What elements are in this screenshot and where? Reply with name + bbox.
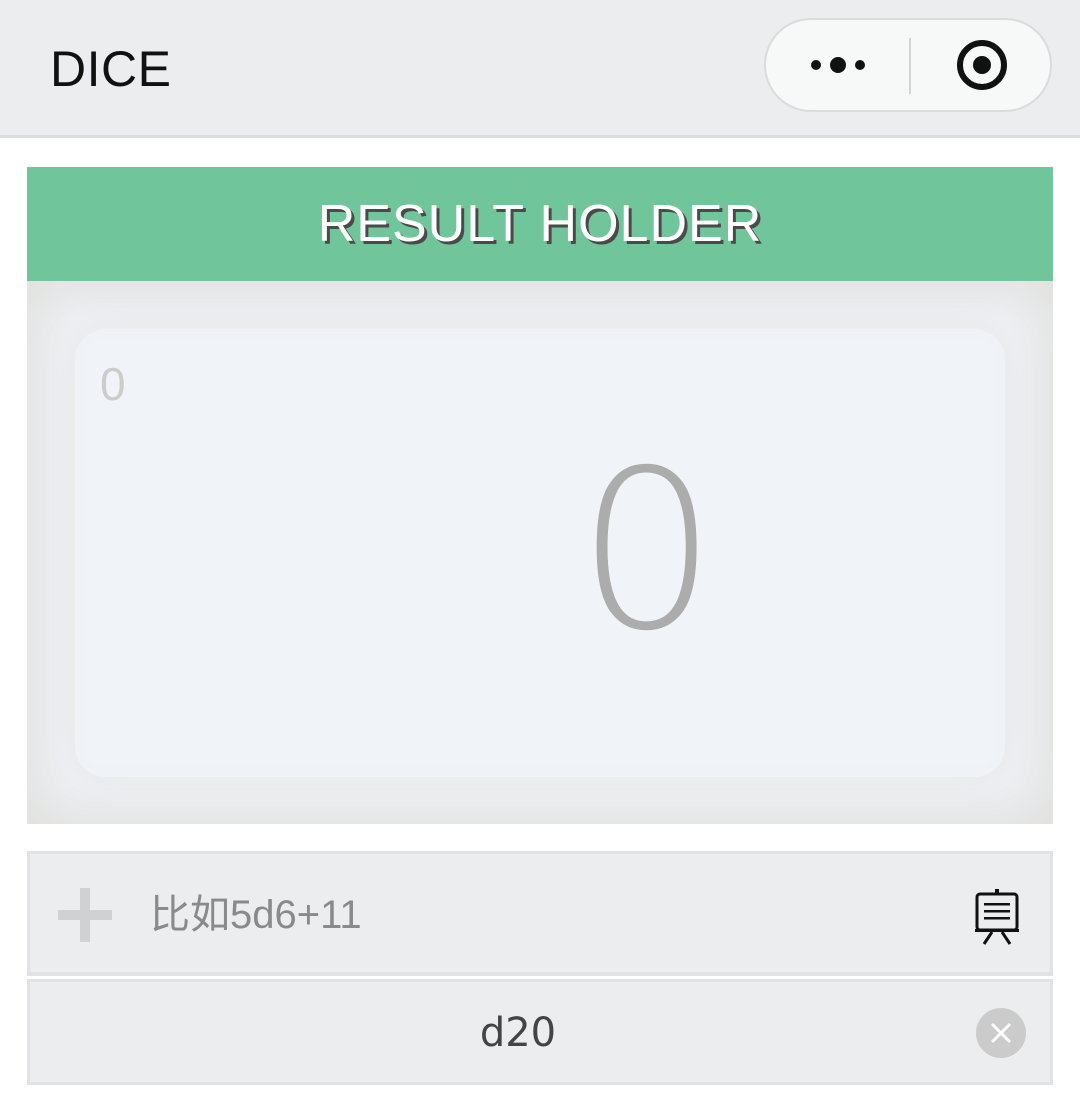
result-inner-panel xyxy=(75,329,1005,777)
expression-input[interactable] xyxy=(150,884,930,946)
list-item[interactable]: d20 xyxy=(27,979,1053,1085)
more-button[interactable] xyxy=(766,20,909,110)
clear-circle-icon xyxy=(990,1022,1012,1044)
result-display: 0 0 xyxy=(27,281,1053,824)
capsule-menu xyxy=(764,18,1052,112)
result-holder-header: RESULT HOLDER xyxy=(27,167,1053,281)
close-button[interactable] xyxy=(911,20,1052,110)
result-holder-title: RESULT HOLDER xyxy=(317,195,763,253)
board-button[interactable] xyxy=(974,888,1020,946)
dice-label: d20 xyxy=(479,1010,557,1056)
more-dots-icon xyxy=(810,57,865,73)
expression-input-row xyxy=(27,851,1053,976)
current-result-value: 0 xyxy=(577,423,717,679)
presentation-board-icon xyxy=(975,889,1019,945)
add-dice-button[interactable] xyxy=(58,888,112,942)
previous-result-value: 0 xyxy=(100,358,126,410)
target-close-icon xyxy=(956,40,1007,90)
dice-app: DICE RESULT HOLDER 0 0 比如5d6+11 d20 xyxy=(0,0,1080,1096)
remove-dice-button[interactable] xyxy=(976,1008,1026,1058)
navigation-bar: DICE xyxy=(0,0,1080,138)
page-title: DICE xyxy=(50,41,172,97)
